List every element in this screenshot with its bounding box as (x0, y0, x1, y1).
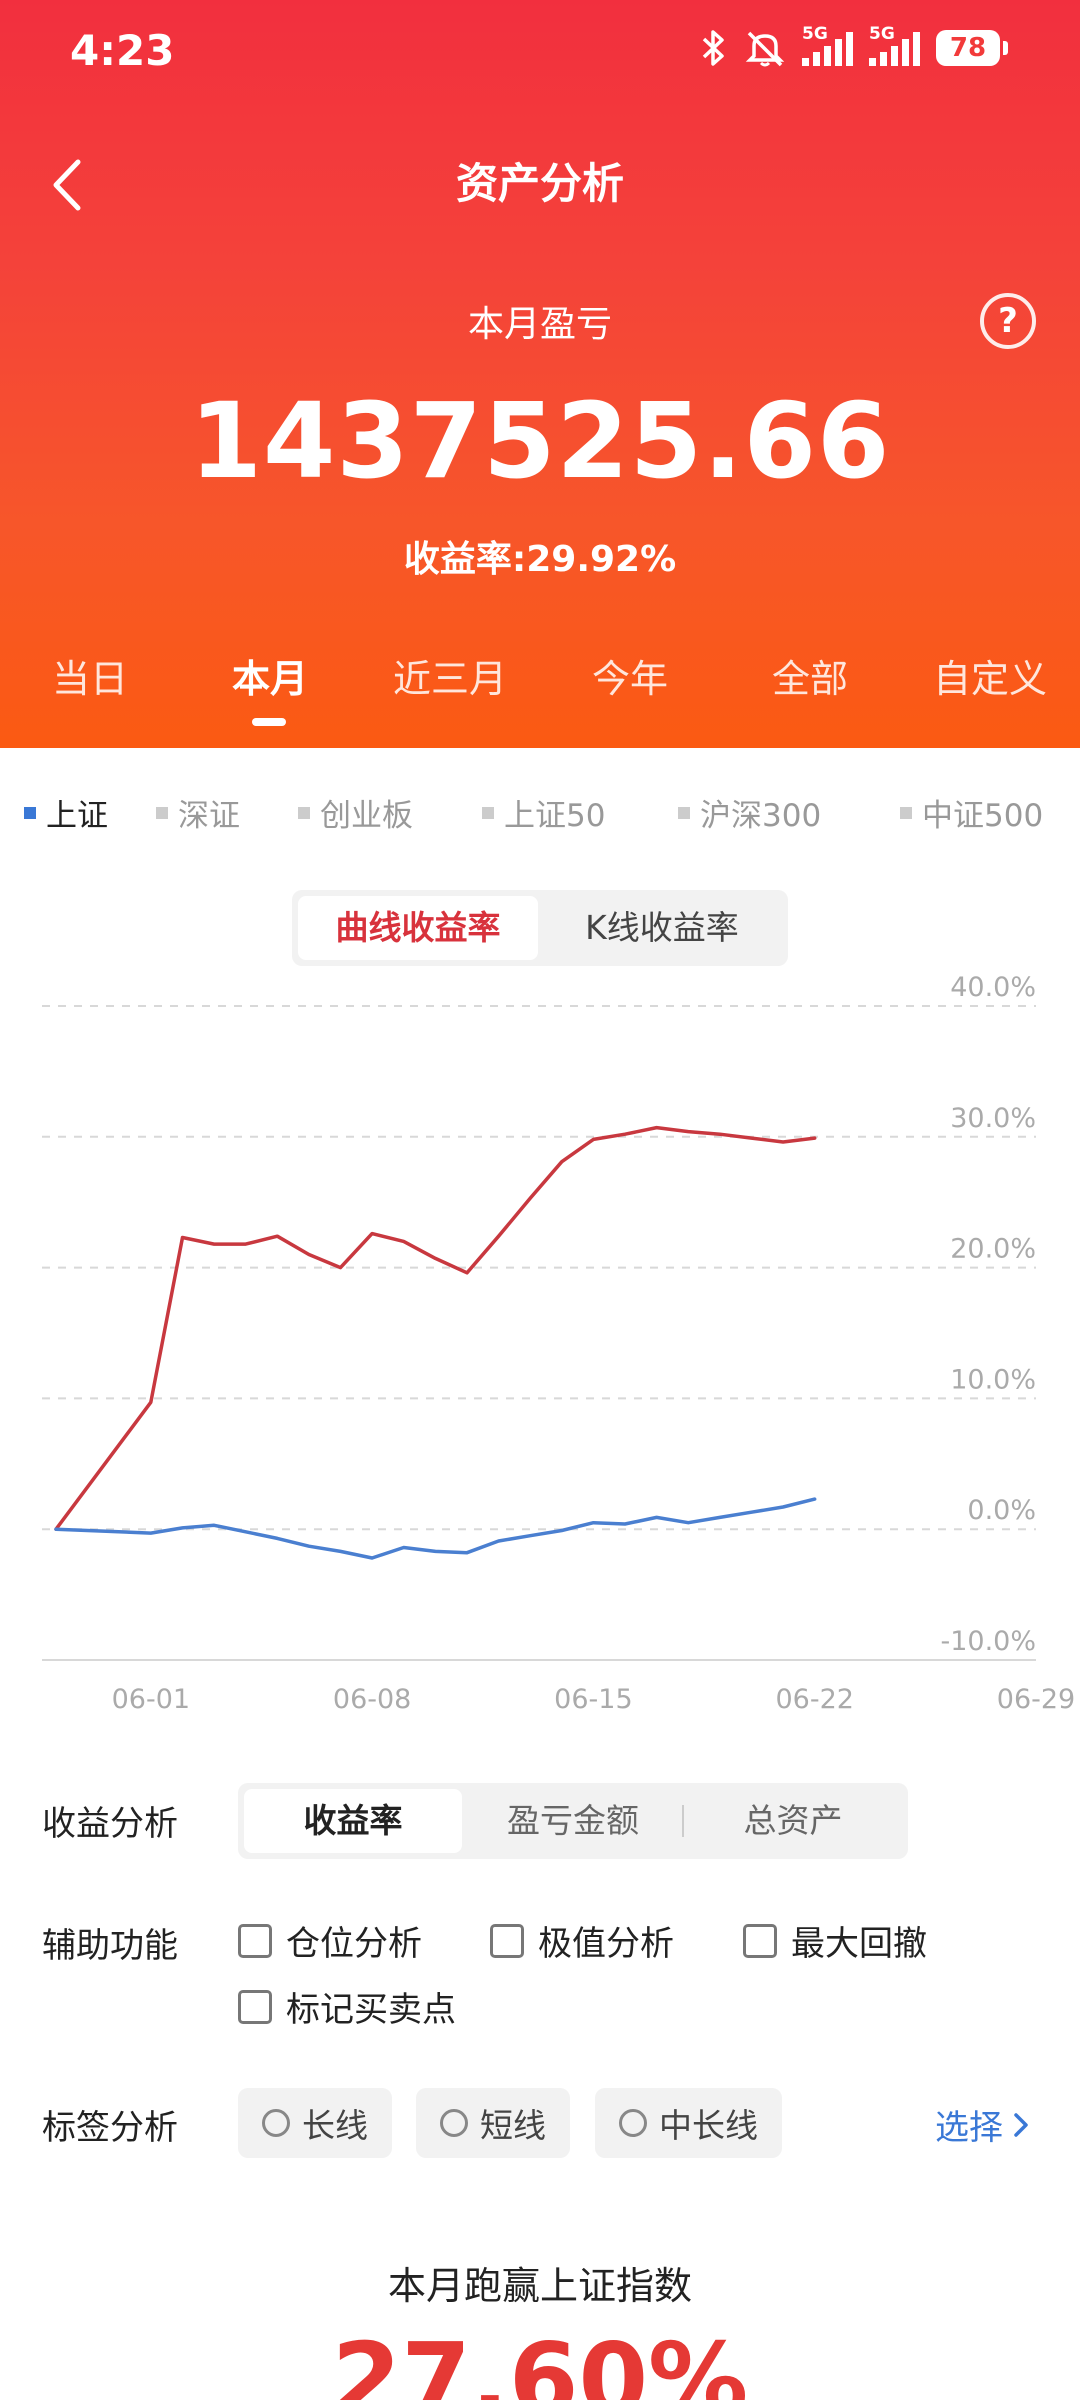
y-tick-label: 0.0% (967, 1495, 1036, 1526)
y-tick-label: 10.0% (950, 1364, 1036, 1395)
bell-off-icon (745, 31, 785, 67)
tag-mid-long-radio[interactable]: 中长线 (595, 2088, 782, 2158)
chart-mode-switch: 曲线收益率 K线收益率 (292, 890, 788, 966)
status-icons: 5G 5G 78 (698, 24, 1008, 68)
checkbox-icon (490, 1923, 524, 1958)
tab-this-year[interactable]: 今年 (540, 648, 720, 703)
index-tab-sh[interactable]: 上证 (24, 790, 108, 835)
index-tabs: 上证 深证 创业板 上证50 沪深300 中证500 (0, 790, 1080, 840)
help-icon[interactable]: ? (980, 293, 1036, 349)
radio-icon (619, 2109, 647, 2137)
period-tabs: 当日 本月 近三月 今年 全部 自定义 (0, 648, 1080, 718)
dot-icon (156, 806, 168, 819)
select-link[interactable]: 选择 (935, 2100, 1031, 2149)
radio-icon (440, 2109, 468, 2137)
y-tick-label: 40.0% (950, 972, 1036, 1003)
seg-return-rate-button[interactable]: 收益率 (244, 1789, 462, 1853)
y-tick-label: 30.0% (950, 1103, 1036, 1134)
seg-divider (682, 1805, 684, 1837)
tag-short-radio[interactable]: 短线 (416, 2088, 570, 2158)
dot-icon (482, 806, 494, 819)
x-tick-label: 06-29 (997, 1684, 1075, 1715)
checkbox-icon (238, 1923, 272, 1958)
dot-icon (24, 806, 36, 819)
index-tab-zz500[interactable]: 中证500 (900, 790, 1043, 835)
tab-all[interactable]: 全部 (720, 648, 900, 703)
y-tick-label: -10.0% (940, 1626, 1036, 1657)
signal-2-icon: 5G (869, 24, 920, 66)
index-tab-hs300[interactable]: 沪深300 (678, 790, 821, 835)
mode-curve-button[interactable]: 曲线收益率 (298, 896, 538, 960)
bluetooth-icon (702, 30, 724, 66)
account-return-line (54, 1125, 817, 1531)
tab-this-month[interactable]: 本月 (180, 648, 360, 703)
header: 4:23 5G 5G 78 资产分析 本月盈亏 ? 1437525.66 收益率… (0, 0, 1080, 748)
index-tab-sh50[interactable]: 上证50 (482, 790, 605, 835)
mode-kline-button[interactable]: K线收益率 (542, 896, 782, 960)
dot-icon (298, 806, 310, 819)
dot-icon (678, 806, 690, 819)
index-tab-cyb[interactable]: 创业板 (298, 790, 413, 835)
index-tab-sz[interactable]: 深证 (156, 790, 240, 835)
position-analysis-checkbox[interactable]: 仓位分析 (238, 1916, 422, 1965)
seg-profit-amount-button[interactable]: 盈亏金额 (464, 1789, 682, 1853)
x-tick-label: 06-15 (554, 1684, 632, 1715)
tag-analysis-label: 标签分析 (42, 2108, 178, 2148)
income-analysis-label: 收益分析 (42, 1804, 178, 1844)
beat-index-title: 本月跑赢上证指数 (387, 2264, 692, 2308)
y-tick-label: 20.0% (950, 1234, 1036, 1265)
signal-1-icon: 5G (802, 24, 853, 66)
return-chart: 40.0% 30.0% 20.0% 10.0% 0.0% -10.0% 06-01 06-08… (42, 972, 1075, 1715)
radio-icon (262, 2109, 290, 2137)
profit-label: 本月盈亏 (467, 304, 612, 345)
extreme-analysis-checkbox[interactable]: 极值分析 (490, 1916, 674, 1965)
checkbox-icon (743, 1923, 777, 1958)
max-drawdown-checkbox[interactable]: 最大回撤 (743, 1916, 927, 1965)
x-tick-label: 06-22 (775, 1684, 853, 1715)
income-segment: 收益率 盈亏金额 总资产 (238, 1783, 908, 1859)
tab-indicator (252, 718, 286, 726)
status-bar: 4:23 5G 5G 78 (0, 0, 1080, 100)
dot-icon (900, 806, 912, 819)
x-tick-label: 06-08 (333, 1684, 411, 1715)
tag-long-radio[interactable]: 长线 (238, 2088, 392, 2158)
battery-icon: 78 (936, 30, 1008, 66)
page-title: 资产分析 (455, 159, 624, 208)
checkbox-icon (238, 1989, 272, 2024)
tab-three-months[interactable]: 近三月 (360, 648, 540, 703)
x-tick-label: 06-01 (112, 1684, 190, 1715)
mark-trades-checkbox[interactable]: 标记买卖点 (238, 1982, 456, 2031)
aux-function-label: 辅助功能 (42, 1926, 178, 1966)
status-time: 4:23 (70, 26, 175, 75)
seg-total-assets-button[interactable]: 总资产 (684, 1789, 902, 1853)
tab-today[interactable]: 当日 (0, 648, 180, 703)
beat-index-value: 27.60% (331, 2321, 749, 2400)
tab-custom[interactable]: 自定义 (900, 648, 1080, 703)
return-rate: 收益率:29.92% (403, 539, 677, 580)
chevron-right-icon (1014, 2112, 1028, 2137)
profit-value: 1437525.66 (189, 380, 891, 502)
